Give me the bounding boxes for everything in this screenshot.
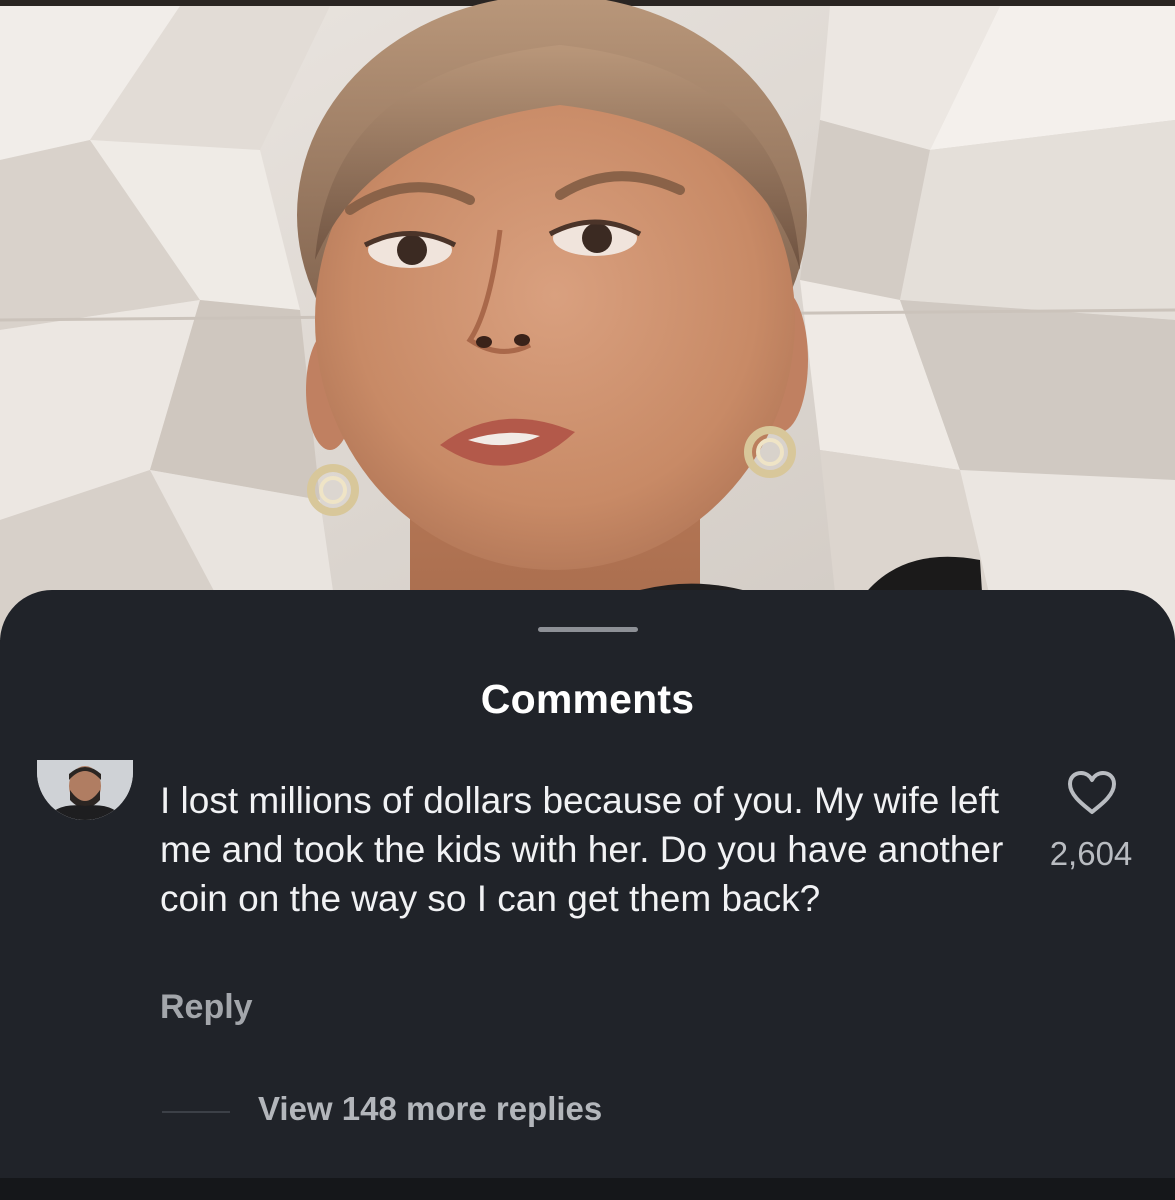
comments-sheet: Comments I lost millions of dollars beca… bbox=[0, 590, 1175, 1200]
video-frame[interactable] bbox=[0, 0, 1175, 640]
comment-item: I lost millions of dollars because of yo… bbox=[0, 760, 1175, 1120]
comment-text: I lost millions of dollars because of yo… bbox=[160, 780, 1004, 919]
sheet-grab-handle[interactable] bbox=[538, 627, 638, 632]
video-still-image bbox=[0, 0, 1175, 640]
replies-divider bbox=[162, 1111, 230, 1113]
avatar-image bbox=[37, 760, 133, 820]
like-button[interactable] bbox=[1066, 770, 1118, 816]
comments-title: Comments bbox=[480, 676, 695, 722]
app-screen: Comments I lost millions of dollars beca… bbox=[0, 0, 1175, 1200]
user-avatar[interactable] bbox=[37, 760, 133, 820]
like-count: 2,604 bbox=[1049, 835, 1133, 872]
heart-outline-icon bbox=[1068, 771, 1116, 814]
view-more-replies-button[interactable]: View 148 more replies bbox=[258, 1090, 602, 1128]
bottom-edge-bar bbox=[0, 1178, 1175, 1200]
reply-button[interactable]: Reply bbox=[160, 988, 253, 1027]
